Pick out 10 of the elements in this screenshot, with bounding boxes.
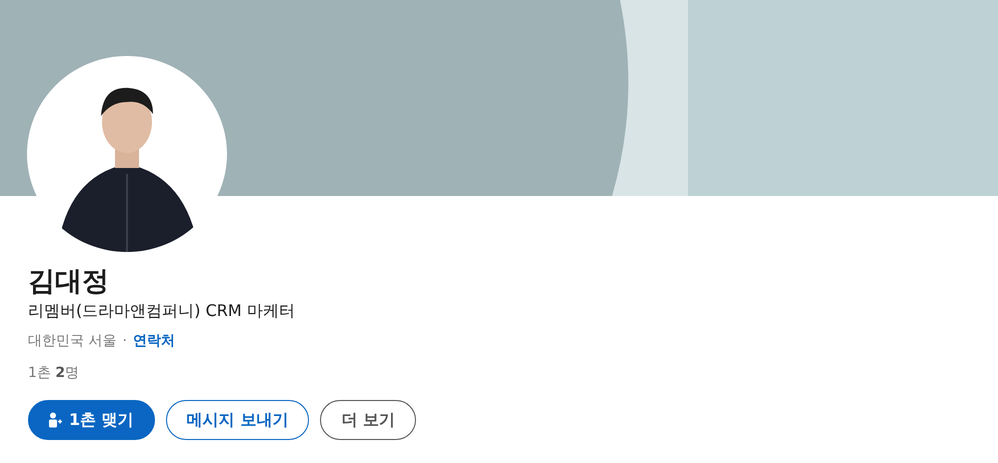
connect-button[interactable]: 1촌 맺기 [28,400,155,440]
profile-name: 김대정 [28,266,109,298]
connections-count: 1촌 2명 [28,364,80,383]
message-button[interactable]: 메시지 보내기 [166,400,310,440]
contact-link[interactable]: 연락처 [132,331,175,351]
person-add-icon [47,412,63,428]
headline: 리멤버(드라마앤컴퍼니) CRM 마케터 [28,300,295,322]
more-button[interactable]: 더 보기 [320,400,416,440]
separator: · [122,332,127,351]
location: 대한민국 서울 [28,332,116,351]
